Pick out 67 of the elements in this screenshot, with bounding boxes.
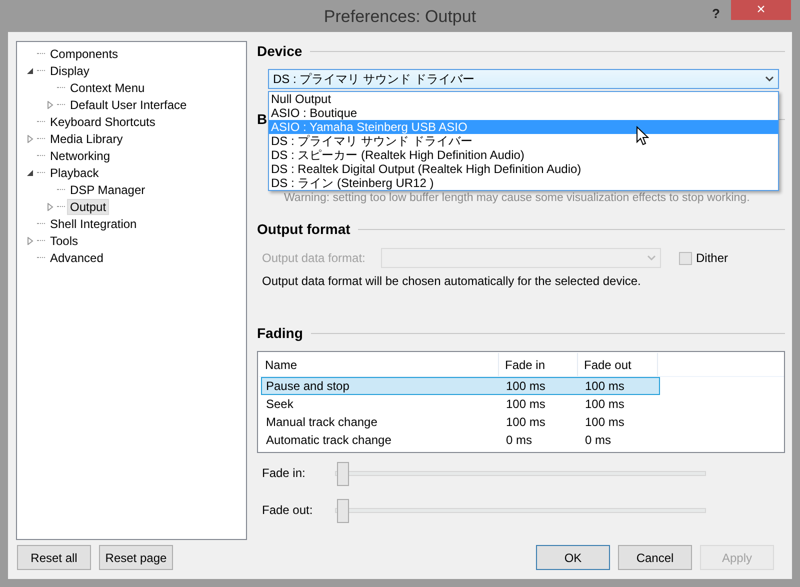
chevron-icon [765, 76, 774, 82]
table-cell-text: 0 ms [584, 432, 612, 448]
collapsed-arrow-icon[interactable] [25, 134, 35, 144]
tree-item[interactable]: Components [47, 46, 122, 62]
window-title: Preferences: Output [324, 7, 476, 27]
tree-item[interactable]: Display [47, 62, 92, 78]
collapsed-arrow-icon[interactable] [45, 202, 55, 212]
table-cell-text: Automatic track change [265, 432, 392, 448]
table-cell-text: 100 ms [584, 414, 626, 430]
device-option[interactable]: DS : スピーカー (Realtek High Definition Audio) [269, 148, 778, 162]
column-header[interactable]: Fade out [578, 353, 658, 376]
tree-item[interactable]: Playback [47, 164, 102, 180]
collapsed-arrow-icon[interactable] [45, 100, 55, 110]
mouse-cursor-icon [636, 126, 649, 146]
section-heading: B [257, 111, 268, 127]
tree-item[interactable]: DSP Manager [67, 182, 148, 198]
dialog-button[interactable]: Cancel [618, 545, 692, 570]
tree-item[interactable]: Default User Interface [67, 96, 190, 112]
device-option[interactable]: DS : Realtek Digital Output (Realtek High Definition Audio) [269, 162, 778, 176]
chevron-icon [647, 255, 656, 261]
tree-item[interactable]: Tools [47, 232, 82, 248]
table-row[interactable]: Seek 100 ms 100 ms [261, 395, 660, 413]
table-cell-text: 100 ms [584, 396, 626, 412]
tree-item[interactable]: Context Menu [67, 80, 148, 96]
info-text: Output data format will be chosen automatically for the selected device. [262, 274, 642, 288]
dialog-button[interactable]: Reset page [99, 545, 173, 570]
dialog-button[interactable]: Reset all [17, 545, 91, 570]
tree-item[interactable]: Shell Integration [47, 216, 140, 232]
device-dropdown[interactable]: DS : プライマリ サウンド ドライバー [268, 69, 779, 89]
expanded-arrow-icon[interactable] [25, 168, 35, 178]
table-cell-text: Manual track change [265, 414, 378, 430]
column-header[interactable]: Fade in [499, 353, 578, 376]
checkbox-label: Dither [696, 251, 728, 265]
column-header[interactable]: Name [259, 353, 499, 376]
slider-thumb[interactable] [337, 462, 349, 486]
device-option[interactable]: ASIO : Boutique [269, 106, 778, 120]
tree-item[interactable]: Keyboard Shortcuts [47, 114, 158, 130]
dialog-button[interactable]: OK [536, 545, 610, 570]
tree-item[interactable]: Media Library [47, 130, 126, 146]
tree-item[interactable]: Advanced [47, 250, 106, 266]
expanded-arrow-icon[interactable] [25, 66, 35, 76]
table-cell-text: 100 ms [584, 378, 626, 394]
table-cell-text: Pause and stop [265, 378, 350, 394]
table-cell-text: 100 ms [505, 414, 546, 430]
tree-item[interactable]: Networking [47, 148, 114, 164]
table-cell-text: 100 ms [505, 396, 546, 412]
table-cell-text: Seek [265, 396, 294, 412]
section-heading: Device [257, 43, 302, 59]
table-row[interactable]: Manual track change 100 ms 100 ms [261, 413, 660, 431]
tree-item[interactable]: Output [67, 198, 110, 214]
slider-label: Fade out: [262, 503, 314, 517]
section-heading: Output format [257, 221, 350, 237]
table-cell-text: 100 ms [505, 378, 546, 394]
warning-text: Warning: setting too low buffer length may cause some visualization effects to stop working. [284, 192, 751, 204]
field-label: Output data format: [262, 251, 366, 265]
close-button[interactable]: × [731, 0, 791, 20]
slider-label: Fade in: [262, 466, 306, 480]
section-heading: Fading [257, 325, 303, 341]
device-option[interactable]: DS : ライン (Steinberg UR12 ) [269, 176, 778, 190]
help-button[interactable]: ? [712, 6, 720, 21]
slider-thumb[interactable] [337, 498, 349, 522]
table-row[interactable]: Automatic track change 0 ms 0 ms [261, 431, 660, 449]
table-cell-text: 0 ms [505, 432, 534, 448]
table-row[interactable]: Pause and stop 100 ms 100 ms [261, 377, 660, 395]
device-option[interactable]: DS : プライマリ サウンド ドライバー [269, 134, 778, 148]
device-option[interactable]: Null Output [269, 92, 778, 106]
collapsed-arrow-icon[interactable] [25, 236, 35, 246]
